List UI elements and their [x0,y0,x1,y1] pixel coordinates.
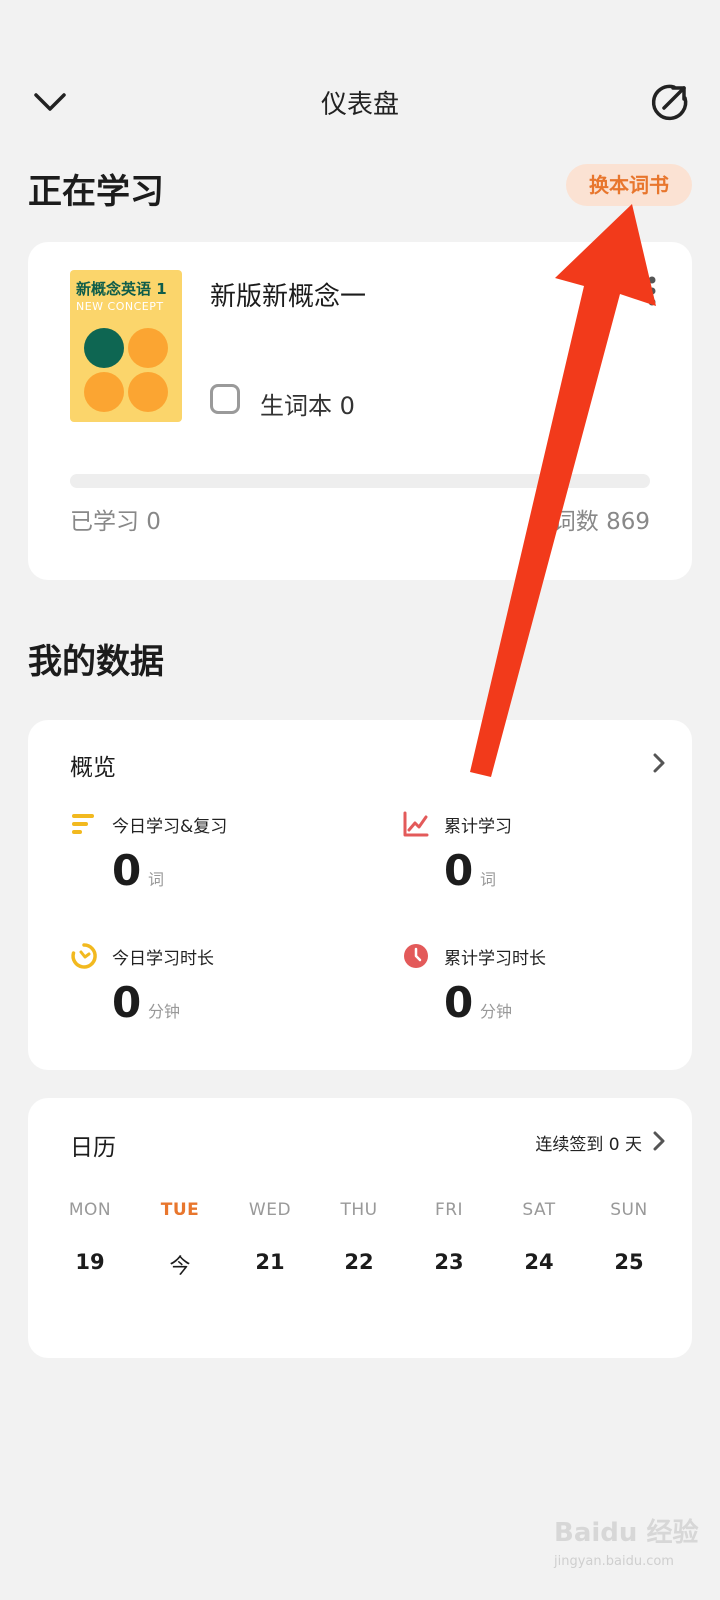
stat-value: 0 [112,978,142,1027]
my-data-section-title: 我的数据 [28,642,164,682]
stat-today-duration: 今日学习时长 0 分钟 [70,942,370,1052]
overview-card[interactable]: 概览 今日学习&复习 0 词 累计学习 0 词 今日学习时长 0 分钟 累计学习… [28,720,692,1070]
cover-dot [84,328,124,368]
stat-label: 累计学习时长 [444,949,546,969]
stat-value: 0 [444,846,474,895]
stat-unit: 分钟 [480,1002,513,1021]
watermark-subtext: jingyan.baidu.com [554,1554,674,1569]
top-bar: 仪表盘 [0,72,720,132]
stat-total-learn: 累计学习 0 词 [402,810,702,920]
book-cover-subtitle: NEW CONCEPT [76,300,164,313]
calendar-day[interactable]: 22 [324,1250,394,1274]
studying-section-title: 正在学习 [28,172,164,212]
book-cover-title: 新概念英语 1 [76,280,167,298]
vocab-checkbox[interactable] [210,384,240,414]
calendar-day[interactable]: 19 [55,1250,125,1274]
stat-label: 累计学习 [444,817,512,837]
weekday-label: FRI [434,1200,464,1220]
learned-count: 已学习 0 [70,509,161,535]
calendar-day-today[interactable]: 今 [145,1250,215,1280]
cover-dot [84,372,124,412]
stat-unit: 词 [480,870,497,889]
weekday-label: THU [340,1200,378,1220]
stat-value: 0 [112,846,142,895]
learning-progress-bar [70,474,650,488]
stat-total-duration: 累计学习时长 0 分钟 [402,942,702,1052]
clock-icon [404,944,428,968]
book-cover[interactable]: 新概念英语 1 NEW CONCEPT [70,270,182,422]
weekday-label: MON [68,1200,112,1220]
checkin-streak[interactable]: 连续签到 0 天 [535,1130,642,1155]
stat-today-learn: 今日学习&复习 0 词 [70,810,370,920]
weekday-label: SAT [522,1200,556,1220]
current-book-card[interactable]: 新概念英语 1 NEW CONCEPT 新版新概念一 生词本 0 已学习 0 总… [28,242,692,580]
cover-dot [128,372,168,412]
share-icon[interactable] [648,80,692,124]
watermark-text: Baidu 经验 [554,1518,699,1548]
calendar-title: 日历 [70,1135,116,1161]
weekday-label: WED [248,1200,292,1220]
more-vertical-icon[interactable] [644,276,660,306]
line-chart-icon [403,811,429,837]
weekday-label-today: TUE [160,1200,200,1220]
switch-book-button[interactable]: 换本词书 [566,164,692,206]
cover-dot [128,328,168,368]
stat-unit: 词 [148,870,165,889]
calendar-card[interactable]: 日历 连续签到 0 天 MON TUE WED THU FRI SAT SUN … [28,1098,692,1358]
stat-label: 今日学习时长 [112,949,214,969]
chevron-right-icon[interactable] [652,1130,666,1152]
stat-unit: 分钟 [148,1002,181,1021]
vocab-label[interactable]: 生词本 0 [260,386,355,421]
page-title: 仪表盘 [320,90,399,120]
weekday-label: SUN [610,1200,648,1220]
stat-label: 今日学习&复习 [112,817,228,837]
timer-icon [71,943,97,969]
bars-icon [72,814,94,834]
watermark: Baidu 经验 jingyan.baidu.com [548,1512,698,1582]
overview-title: 概览 [70,755,116,781]
chevron-right-icon[interactable] [652,752,666,774]
stat-value: 0 [444,978,474,1027]
calendar-day[interactable]: 24 [504,1250,574,1274]
calendar-day[interactable]: 23 [414,1250,484,1274]
book-name: 新版新概念一 [210,282,367,312]
calendar-day[interactable]: 21 [235,1250,305,1274]
calendar-day[interactable]: 25 [594,1250,664,1274]
total-words: 总词数 869 [529,509,650,535]
